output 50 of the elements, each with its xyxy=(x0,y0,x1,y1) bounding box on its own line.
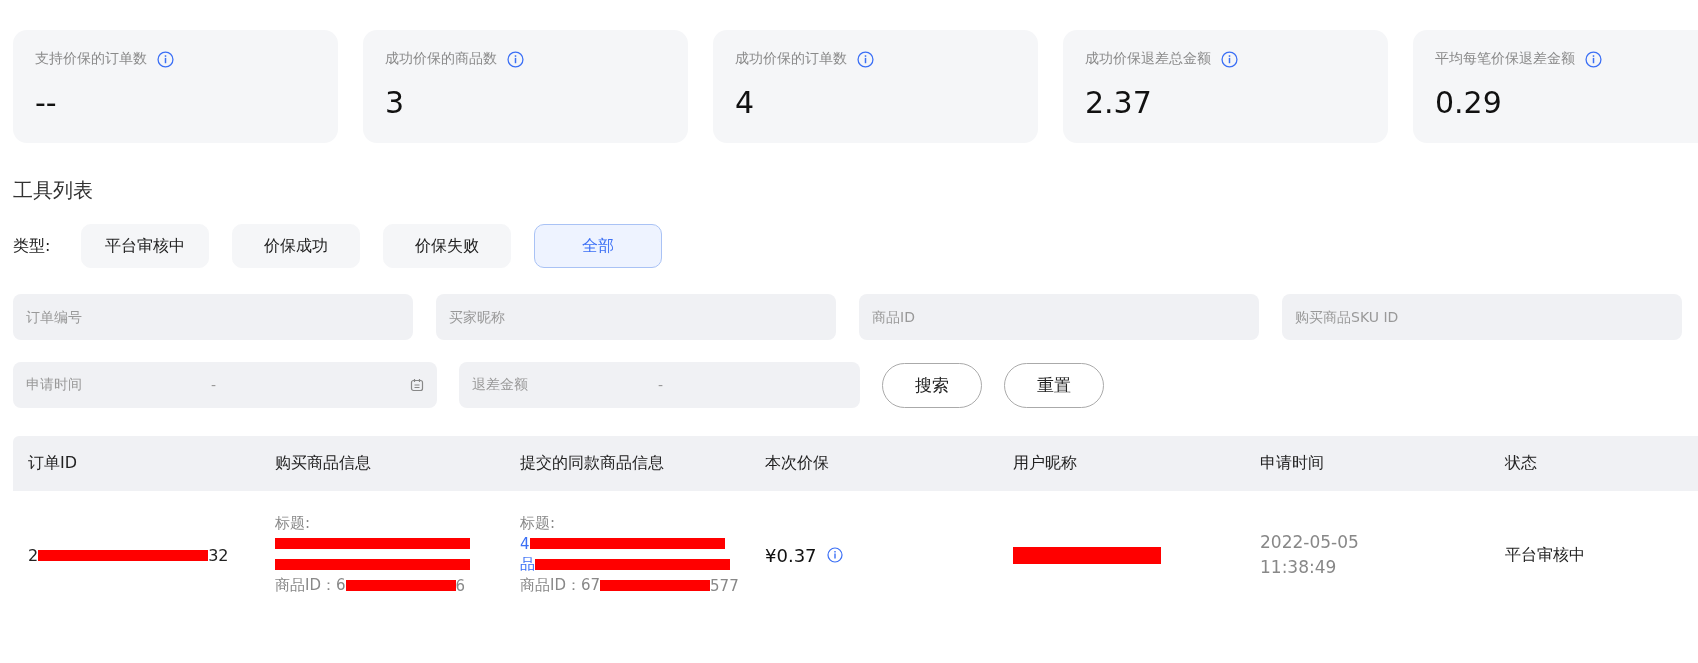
stat-value: 0.29 xyxy=(1435,86,1503,120)
column-header: 购买商品信息 xyxy=(274,453,372,474)
column-header: 用户昵称 xyxy=(1012,453,1078,474)
type-tab[interactable]: 价保成功 xyxy=(232,224,361,268)
stat-value: 4 xyxy=(735,86,756,120)
apply-time: 11:38:49 xyxy=(1260,556,1338,579)
calendar-icon[interactable] xyxy=(410,378,424,392)
title-label: 标题: xyxy=(275,514,312,533)
stat-label: 平均每笔价保退差金额 xyxy=(1435,50,1575,68)
info-icon[interactable] xyxy=(1221,50,1238,68)
info-icon[interactable] xyxy=(157,50,174,68)
column-header: 本次价保 xyxy=(764,453,830,474)
product-id-text: 商品ID：6 xyxy=(275,576,346,595)
stat-value: 3 xyxy=(385,86,406,120)
order-id-text: 2 xyxy=(28,545,39,565)
product-id-text: 商品ID：67 xyxy=(520,576,601,595)
info-icon[interactable] xyxy=(507,50,524,68)
column-header: 申请时间 xyxy=(1259,453,1325,474)
stat-label: 成功价保退差总金额 xyxy=(1085,50,1211,68)
section-title: 工具列表 xyxy=(13,177,94,204)
stat-label: 支持价保的订单数 xyxy=(35,50,147,68)
column-header: 提交的同款商品信息 xyxy=(519,453,665,474)
order-id-text: 32 xyxy=(208,545,229,565)
info-icon[interactable] xyxy=(1585,50,1602,68)
input-field[interactable]: 买家昵称 xyxy=(436,294,836,340)
action-button[interactable]: 重置 xyxy=(1004,362,1104,408)
product-link[interactable]: 品 xyxy=(520,555,535,574)
type-tab[interactable]: 全部 xyxy=(534,224,663,268)
info-icon[interactable] xyxy=(857,50,874,68)
info-icon[interactable] xyxy=(826,547,843,563)
apply-date: 2022-05-05 xyxy=(1260,531,1360,554)
column-header: 订单ID xyxy=(27,453,79,474)
title-label: 标题: xyxy=(520,514,557,533)
type-tab[interactable]: 平台审核中 xyxy=(81,224,210,268)
product-link[interactable]: 4 xyxy=(520,534,530,553)
stat-label: 成功价保的商品数 xyxy=(385,50,497,68)
product-id-text: 577 xyxy=(710,576,739,595)
type-tab[interactable]: 价保失败 xyxy=(383,224,512,268)
column-header: 状态 xyxy=(1504,453,1538,474)
action-button[interactable]: 搜索 xyxy=(882,362,982,408)
input-field[interactable]: 购买商品SKU ID xyxy=(1282,294,1682,340)
status-text: 平台审核中 xyxy=(1505,544,1586,566)
stat-value: 2.37 xyxy=(1085,86,1153,120)
filter-label: 类型: xyxy=(13,235,51,257)
stat-value: -- xyxy=(35,86,58,120)
input-field[interactable]: 商品ID xyxy=(859,294,1259,340)
stat-label: 成功价保的订单数 xyxy=(735,50,847,68)
product-id-text: 6 xyxy=(455,576,466,595)
input-field[interactable]: 订单编号 xyxy=(13,294,413,340)
price-text: ¥0.37 xyxy=(765,544,817,566)
